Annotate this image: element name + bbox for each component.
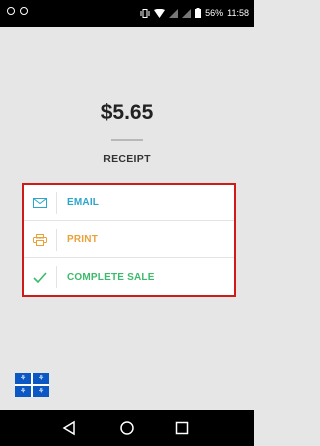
clock: 11:58 — [227, 8, 249, 18]
complete-sale-label: COMPLETE SALE — [67, 271, 155, 283]
navigation-bar — [0, 410, 254, 446]
battery-percent: 56% — [205, 8, 224, 18]
sync-icon — [20, 7, 28, 15]
print-label: PRINT — [67, 234, 98, 245]
sync-icon — [7, 7, 15, 15]
status-notifications — [7, 7, 28, 15]
battery-icon — [195, 8, 202, 18]
vibrate-icon — [140, 8, 150, 18]
receipt-title: RECEIPT — [103, 153, 151, 165]
receipt-options: EMAIL PRINT COMPLETE SALE — [22, 183, 236, 297]
envelope-icon — [24, 185, 56, 220]
divider — [111, 139, 143, 141]
back-icon[interactable] — [61, 419, 79, 437]
wifi-icon — [154, 8, 166, 18]
signal-icon — [169, 8, 179, 18]
email-option[interactable]: EMAIL — [24, 185, 234, 221]
status-bar: 56% 11:58 — [0, 0, 254, 27]
printer-icon — [24, 222, 56, 257]
signal-icon — [182, 8, 192, 18]
receipt-amount: $5.65 — [100, 101, 154, 124]
print-option[interactable]: PRINT — [24, 222, 234, 258]
home-icon[interactable] — [118, 419, 136, 437]
recents-icon[interactable] — [173, 419, 191, 437]
checkmark-icon — [24, 259, 56, 295]
email-label: EMAIL — [67, 197, 100, 208]
complete-sale-option[interactable]: COMPLETE SALE — [24, 259, 234, 295]
quebec-flag-icon: ⚘ ⚘ ⚘ ⚘ — [15, 373, 49, 397]
status-indicators: 56% 11:58 — [140, 8, 249, 18]
